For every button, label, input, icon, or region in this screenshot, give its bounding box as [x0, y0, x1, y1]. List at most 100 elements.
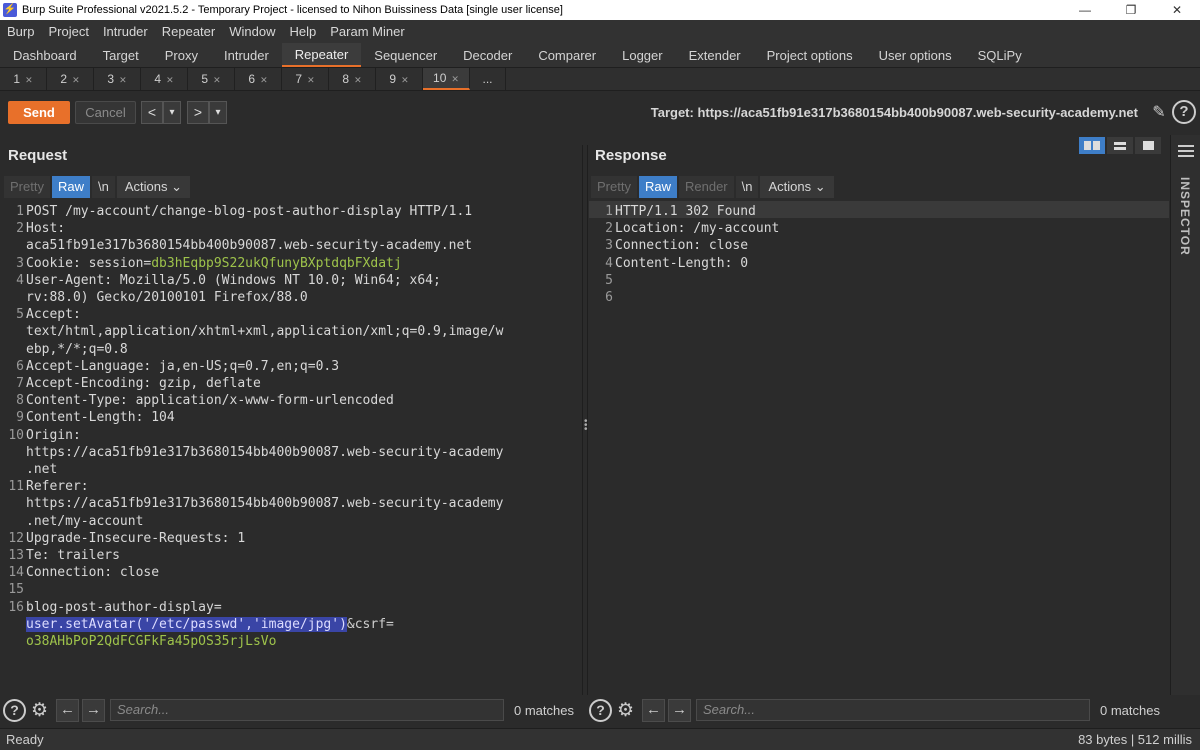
close-tab-icon[interactable]: ✕	[451, 74, 459, 84]
request-raw-tab[interactable]: Raw	[51, 176, 90, 198]
inspector-label[interactable]: INSPECTOR	[1178, 177, 1192, 256]
close-tab-icon[interactable]: ✕	[401, 75, 409, 85]
code-line: Cookie: session=db3hEqbp9S22ukQfunyBXptd…	[26, 255, 402, 272]
cancel-button[interactable]: Cancel	[75, 101, 136, 124]
repeater-tab-active[interactable]: 10 ✕	[423, 68, 470, 90]
request-view-tabs: Pretty Raw \n Actions ⌄	[4, 176, 190, 198]
menu-burp[interactable]: Burp	[0, 24, 41, 39]
repeater-tabs: 1 ✕ 2 ✕ 3 ✕ 4 ✕ 5 ✕ 6 ✕ 7 ✕ 8 ✕ 9 ✕ 10 ✕ ...	[0, 68, 1200, 91]
tab-comparer[interactable]: Comparer	[525, 43, 609, 67]
tab-target[interactable]: Target	[90, 43, 152, 67]
repeater-tab[interactable]: 9 ✕	[376, 68, 423, 90]
code-line: https://aca51fb91e317b3680154bb400b90087…	[26, 495, 503, 512]
request-newline-toggle[interactable]: \n	[91, 176, 115, 198]
menu-intruder[interactable]: Intruder	[96, 24, 155, 39]
code-text: .net	[26, 462, 58, 477]
repeater-tab[interactable]: 2 ✕	[47, 68, 94, 90]
response-render-tab[interactable]: Render	[678, 176, 734, 198]
tab-decoder[interactable]: Decoder	[450, 43, 525, 67]
line-number: 2	[16, 221, 24, 237]
close-tab-icon[interactable]: ✕	[119, 75, 127, 85]
code-line: Connection: close	[26, 564, 159, 581]
request-pretty-tab[interactable]: Pretty	[4, 176, 50, 198]
close-tab-icon[interactable]: ✕	[166, 75, 174, 85]
response-editor[interactable]: 1 HTTP/1.1 302 Found 2 Location: /my-accoun…	[589, 201, 1169, 695]
code-line: Content-Length: 104	[26, 409, 175, 426]
close-icon[interactable]: ✕	[1154, 0, 1200, 20]
tab-proxy[interactable]: Proxy	[152, 43, 211, 67]
status-bar: Ready 83 bytes | 512 millis	[0, 728, 1200, 750]
tab-user-options[interactable]: User options	[866, 43, 965, 67]
response-search-input[interactable]: Search...	[696, 699, 1090, 721]
menu-param-miner[interactable]: Param Miner	[323, 24, 411, 39]
close-tab-icon[interactable]: ✕	[25, 75, 33, 85]
forward-history-dropdown[interactable]: ▾	[209, 101, 227, 124]
pane-splitter[interactable]: • • •	[582, 145, 588, 695]
repeater-tab[interactable]: 7 ✕	[282, 68, 329, 90]
menu-project[interactable]: Project	[41, 24, 95, 39]
previous-match-icon[interactable]: ←	[56, 699, 79, 722]
close-tab-icon[interactable]: ✕	[307, 75, 315, 85]
line-number: 1	[16, 204, 24, 219]
restore-icon[interactable]: ❐	[1108, 0, 1154, 20]
repeater-tab[interactable]: 8 ✕	[329, 68, 376, 90]
code-line: user.setAvatar('/etc/passwd','image/jpg'…	[26, 616, 394, 633]
code-line: Accept:	[26, 306, 81, 323]
tab-repeater[interactable]: Repeater	[281, 43, 362, 67]
tab-sequencer[interactable]: Sequencer	[361, 43, 450, 67]
gear-icon[interactable]: ⚙	[614, 699, 637, 722]
close-tab-icon[interactable]: ✕	[72, 75, 80, 85]
repeater-tab[interactable]: 4 ✕	[141, 68, 188, 90]
forward-button[interactable]: >	[187, 101, 209, 124]
pencil-icon[interactable]: ✎	[1148, 102, 1170, 124]
help-icon[interactable]: ?	[1172, 100, 1196, 124]
repeater-tab[interactable]: 1 ✕	[0, 68, 47, 90]
code-text: &csrf=	[346, 616, 394, 632]
response-raw-tab[interactable]: Raw	[638, 176, 677, 198]
close-tab-icon[interactable]: ✕	[354, 75, 362, 85]
menu-repeater[interactable]: Repeater	[155, 24, 222, 39]
tab-sqlipy[interactable]: SQLiPy	[965, 43, 1035, 67]
minimize-icon[interactable]: —	[1062, 0, 1108, 20]
response-newline-toggle[interactable]: \n	[735, 176, 759, 198]
send-button[interactable]: Send	[8, 101, 70, 124]
menu-help[interactable]: Help	[282, 24, 323, 39]
code-line: .net/my-account	[26, 513, 143, 530]
next-match-icon[interactable]: →	[668, 699, 691, 722]
repeater-tab[interactable]: 6 ✕	[235, 68, 282, 90]
request-search-input[interactable]: Search...	[110, 699, 504, 721]
inspector-panel[interactable]: INSPECTOR	[1170, 135, 1200, 695]
split-vertical-icon[interactable]	[1107, 137, 1133, 154]
repeater-tab[interactable]: 5 ✕	[188, 68, 235, 90]
response-pretty-tab[interactable]: Pretty	[591, 176, 637, 198]
single-pane-icon[interactable]	[1135, 137, 1161, 154]
code-text: Origin:	[26, 427, 81, 443]
code-line: Upgrade-Insecure-Requests: 1	[26, 530, 245, 547]
repeater-tab[interactable]: 3 ✕	[94, 68, 141, 90]
gear-icon[interactable]: ⚙	[28, 699, 51, 722]
help-icon[interactable]: ?	[589, 699, 612, 722]
tab-dashboard[interactable]: Dashboard	[0, 43, 90, 67]
split-horizontal-icon[interactable]	[1079, 137, 1105, 154]
menu-bar: Burp Project Intruder Repeater Window He…	[0, 20, 1200, 43]
menu-window[interactable]: Window	[222, 24, 282, 39]
menu-icon[interactable]	[1178, 145, 1194, 160]
tab-logger[interactable]: Logger	[609, 43, 675, 67]
back-history-dropdown[interactable]: ▾	[163, 101, 181, 124]
help-icon[interactable]: ?	[3, 699, 26, 722]
response-actions-dropdown[interactable]: Actions ⌄	[760, 176, 834, 198]
tab-project-options[interactable]: Project options	[754, 43, 866, 67]
code-text: https://aca51fb91e317b3680154bb400b90087…	[26, 496, 504, 512]
new-tab-button[interactable]: ...	[470, 68, 506, 90]
request-actions-dropdown[interactable]: Actions ⌄	[116, 176, 190, 198]
line-number: 5	[605, 272, 613, 288]
request-editor[interactable]: 1 POST /my-account/change-blog-post-autho…	[0, 201, 582, 695]
tab-extender[interactable]: Extender	[676, 43, 754, 67]
tab-intruder[interactable]: Intruder	[211, 43, 282, 67]
close-tab-icon[interactable]: ✕	[260, 75, 268, 85]
next-match-icon[interactable]: →	[82, 699, 105, 722]
back-button[interactable]: <	[141, 101, 163, 124]
repeater-tab-label: 2	[60, 72, 68, 86]
previous-match-icon[interactable]: ←	[642, 699, 665, 722]
close-tab-icon[interactable]: ✕	[213, 75, 221, 85]
